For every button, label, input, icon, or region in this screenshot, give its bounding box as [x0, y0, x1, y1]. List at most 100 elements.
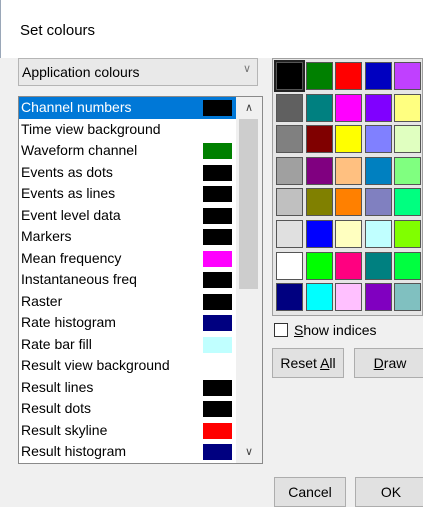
list-item[interactable]: Result histogram: [19, 441, 236, 463]
palette-colour-cell[interactable]: [276, 125, 303, 154]
colour-swatch: [203, 272, 232, 288]
colour-swatch: [203, 293, 232, 310]
list-item-label: Result skyline: [21, 421, 108, 438]
list-item-label: Events as lines: [21, 185, 116, 201]
list-item[interactable]: Mean frequency: [19, 248, 236, 270]
palette-colour-cell[interactable]: [276, 188, 303, 217]
list-item[interactable]: Result skyline: [19, 420, 236, 442]
colour-swatch: [203, 186, 232, 202]
cancel-button[interactable]: Cancel: [274, 477, 346, 507]
list-item[interactable]: Result dots: [19, 398, 236, 420]
colour-swatch: [203, 100, 232, 116]
list-item-label: Result lines: [21, 378, 94, 395]
palette-colour-cell[interactable]: [276, 283, 303, 312]
palette-colour-cell[interactable]: [394, 283, 421, 312]
palette-colour-cell[interactable]: [394, 62, 421, 90]
palette-colour-cell[interactable]: [305, 62, 333, 90]
colour-set-dropdown[interactable]: Application colours ∨: [18, 58, 258, 86]
palette-colour-cell[interactable]: [305, 220, 333, 248]
scroll-down-arrow-icon[interactable]: ∨: [236, 441, 262, 463]
palette-colour-cell[interactable]: [276, 93, 303, 122]
colour-swatch: [203, 229, 232, 245]
list-item-label: Mean frequency: [21, 249, 122, 266]
list-item-label: Rate bar fill: [21, 335, 92, 352]
colour-swatch: [203, 379, 232, 396]
palette-colour-cell[interactable]: [276, 220, 303, 248]
palette-colour-cell[interactable]: [364, 283, 392, 312]
palette-colour-cell[interactable]: [394, 188, 421, 217]
list-item[interactable]: Result lines: [19, 377, 236, 399]
list-item-label: Raster: [21, 292, 63, 309]
colour-swatch: [203, 164, 232, 181]
palette-colour-cell[interactable]: [305, 93, 333, 122]
palette-colour-cell[interactable]: [335, 283, 362, 312]
list-item[interactable]: Raster: [19, 291, 236, 313]
colour-palette-grid: [272, 58, 423, 316]
list-item-label: Time view background: [21, 120, 161, 137]
palette-colour-cell[interactable]: [364, 220, 392, 248]
palette-colour-cell[interactable]: [335, 156, 362, 185]
list-item[interactable]: Events as lines: [19, 183, 236, 205]
colour-swatch: [203, 422, 232, 439]
colour-swatch: [203, 336, 232, 353]
colour-item-list[interactable]: Channel numbers Time view background Wavef…: [18, 96, 263, 464]
list-item[interactable]: Event level data: [19, 205, 236, 227]
palette-colour-cell[interactable]: [394, 220, 421, 248]
draw-button[interactable]: Draw: [354, 348, 423, 378]
scrollbar-thumb[interactable]: [239, 119, 258, 289]
palette-colour-cell[interactable]: [335, 220, 362, 248]
palette-colour-cell[interactable]: [274, 60, 305, 92]
palette-colour-cell[interactable]: [335, 62, 362, 90]
list-item[interactable]: Events as dots: [19, 162, 236, 184]
palette-colour-cell[interactable]: [335, 188, 362, 217]
list-item-label: Markers: [21, 228, 72, 244]
scroll-up-arrow-icon[interactable]: ∧: [236, 97, 262, 119]
palette-colour-cell[interactable]: [394, 93, 421, 122]
list-item[interactable]: Channel numbers: [19, 97, 236, 119]
list-item[interactable]: Time view background: [19, 119, 236, 141]
list-item[interactable]: Markers: [19, 226, 236, 248]
list-item[interactable]: Rate histogram: [19, 312, 236, 334]
list-item-label: Event level data: [21, 206, 121, 223]
list-item[interactable]: Instantaneous freq: [19, 269, 236, 291]
palette-colour-cell[interactable]: [305, 251, 333, 280]
palette-colour-cell[interactable]: [276, 156, 303, 185]
palette-colour-cell[interactable]: [305, 188, 333, 217]
palette-colour-cell[interactable]: [305, 156, 333, 185]
palette-colour-cell[interactable]: [276, 251, 303, 280]
list-item[interactable]: Result view background: [19, 355, 236, 377]
colour-swatch: [203, 250, 232, 267]
show-indices-label: Show indices: [294, 322, 377, 338]
palette-colour-cell[interactable]: [364, 188, 392, 217]
palette-colour-cell[interactable]: [305, 125, 333, 154]
palette-colour-cell[interactable]: [305, 283, 333, 312]
palette-colour-cell[interactable]: [394, 251, 421, 280]
palette-colour-cell[interactable]: [394, 125, 421, 154]
palette-colour-cell[interactable]: [364, 251, 392, 280]
palette-colour-cell[interactable]: [335, 251, 362, 280]
palette-colour-cell[interactable]: [364, 93, 392, 122]
list-scrollbar[interactable]: ∧ ∨: [236, 97, 262, 463]
dialog-title: Set colours: [20, 22, 96, 39]
list-item-label: Waveform channel: [21, 142, 138, 158]
list-item[interactable]: Waveform channel: [19, 140, 236, 162]
palette-colour-cell[interactable]: [394, 156, 421, 185]
list-item-label: Rate histogram: [21, 314, 116, 330]
list-item-label: Result view background: [21, 357, 170, 373]
show-indices-checkbox[interactable]: [274, 323, 288, 337]
list-item-label: Instantaneous freq: [21, 271, 137, 287]
ok-button[interactable]: OK: [355, 477, 423, 507]
chevron-down-icon: ∨: [242, 63, 251, 75]
colour-swatch: [203, 444, 232, 460]
palette-colour-cell[interactable]: [335, 93, 362, 122]
list-item-label: Result histogram: [21, 443, 127, 459]
palette-colour-cell[interactable]: [364, 62, 392, 90]
palette-colour-cell[interactable]: [335, 125, 362, 154]
list-item[interactable]: Rate bar fill: [19, 334, 236, 356]
colour-swatch: [203, 401, 232, 417]
reset-all-button[interactable]: Reset All: [272, 348, 344, 378]
palette-colour-cell[interactable]: [364, 125, 392, 154]
palette-colour-cell[interactable]: [364, 156, 392, 185]
colour-swatch: [203, 315, 232, 331]
list-item-label: Events as dots: [21, 163, 113, 180]
